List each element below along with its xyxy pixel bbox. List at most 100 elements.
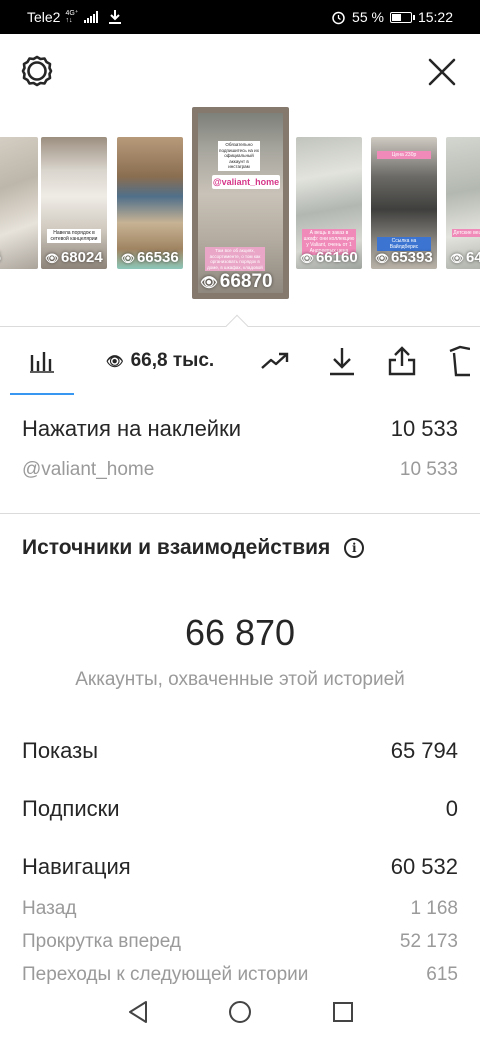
active-tab-indicator (10, 393, 74, 395)
metric-value: 1 168 (410, 898, 458, 919)
metric-value: 615 (426, 964, 458, 985)
story-photo (0, 137, 38, 269)
tab-insights[interactable] (10, 327, 74, 395)
metric-row: Подписки 0 (22, 796, 458, 822)
carrier-name: Tele2 (27, 9, 61, 25)
alarm-icon (332, 11, 345, 24)
story-view-count: 👁 66536 (121, 249, 179, 266)
tab-promote[interactable] (255, 327, 295, 395)
story-carousel[interactable]: 725 Навела порядок в сетевой канцелярии … (0, 105, 480, 327)
metric-value: 60 532 (390, 854, 458, 879)
network-type: 4G⁺ ↑↓ (65, 10, 78, 24)
story-count-value: 66536 (136, 249, 179, 266)
metric-value: 52 173 (399, 931, 458, 952)
story-count-value: 66870 (219, 271, 273, 292)
sticker-taps-label: Нажатия на наклейки (22, 416, 242, 441)
signal-icon (83, 11, 98, 23)
story-thumbnail[interactable]: А вещь в заказ в шкаф: они коллекцию у V… (296, 137, 362, 269)
story-caption: Детские вещи в обора (452, 229, 480, 237)
story-thumbnail-selected[interactable]: Обязательно подпишитесь на их официальны… (192, 107, 289, 299)
eye-icon: 👁 (200, 274, 218, 290)
trash-icon (449, 345, 470, 377)
share-button[interactable] (382, 327, 422, 395)
sticker-taps-value: 10 533 (390, 416, 458, 441)
status-right: 55 % 15:22 (331, 9, 453, 25)
metric-row: Навигация 60 532 (22, 854, 458, 880)
network-activity: ↑↓ (65, 17, 73, 24)
download-notification-icon (108, 10, 121, 24)
metric-label: Показы (22, 738, 99, 763)
eye-icon: 👁 (105, 352, 124, 369)
story-count-value: 64 (465, 249, 480, 266)
metric-label: Переходы к следующей истории (22, 964, 309, 985)
mention-sticker: @valiant_home (212, 175, 280, 189)
close-icon[interactable] (423, 53, 461, 91)
battery-icon (389, 11, 415, 23)
download-icon (330, 348, 354, 376)
story-view-count: 👁 65393 (375, 249, 433, 266)
section-divider (0, 513, 480, 514)
story-caption: Цена 230р (377, 151, 431, 159)
story-thumbnail[interactable]: 👁 66536 (117, 137, 183, 269)
views-count-label: 66,8 тыс. (130, 350, 215, 371)
bar-chart-icon (30, 352, 54, 373)
story-view-count: 👁 66870 (200, 271, 273, 293)
insights-tab-bar: 👁 66,8 тыс. (0, 326, 480, 396)
share-icon (388, 346, 416, 376)
section-title-text: Источники и взаимодействия (22, 536, 331, 559)
metric-label: Назад (22, 898, 77, 919)
back-icon[interactable] (126, 999, 152, 1025)
story-view-count: 725 (0, 249, 1, 266)
network-generation: 4G⁺ (65, 10, 79, 17)
metric-value: 65 794 (390, 738, 458, 763)
eye-icon: 👁 (121, 253, 135, 265)
metric-label: Навигация (22, 854, 131, 879)
tab-viewers[interactable]: 👁 66,8 тыс. (90, 327, 230, 395)
story-thumbnail[interactable]: Цена 230р Ссылка на Вайлдберис 👁 65393 (371, 137, 437, 269)
story-thumbnail[interactable]: 725 (0, 137, 38, 269)
story-photo: Обязательно подпишитесь на их официальны… (198, 113, 283, 293)
gear-icon[interactable] (20, 54, 54, 88)
metric-value: 0 (445, 796, 458, 821)
delete-button[interactable] (448, 327, 480, 395)
metric-label: Подписки (22, 796, 120, 821)
story-thumbnail[interactable]: Навела порядок в сетевой канцелярии 👁 680… (41, 137, 107, 269)
story-caption: Там все об акциях, ассортименте, о том к… (205, 247, 265, 271)
story-count-value: 66160 (315, 249, 358, 266)
sticker-mention-value: 10 533 (399, 459, 458, 480)
system-navigation-bar (0, 985, 480, 1040)
story-thumbnail[interactable]: Детские вещи в обора 👁64 (446, 137, 480, 269)
metric-row: Показы 65 794 (22, 738, 458, 764)
download-button[interactable] (322, 327, 362, 395)
metric-label: Прокрутка вперед (22, 931, 181, 952)
story-count-value: 68024 (60, 249, 103, 266)
clock: 15:22 (417, 9, 453, 25)
reach-value: 66 870 (184, 612, 296, 653)
story-view-count: 👁 68024 (45, 249, 103, 266)
trending-up-icon (261, 352, 289, 369)
navigation-subrow: Прокрутка вперед 52 173 (22, 931, 458, 953)
battery-percent: 55 % (352, 9, 384, 25)
story-caption: Обязательно подпишитесь на их официальны… (218, 141, 260, 171)
status-bar: Tele2 4G⁺ ↑↓ 55 % 15:22 (0, 0, 480, 34)
section-title: Источники и взаимодействия i (22, 536, 365, 560)
status-left: Tele2 4G⁺ ↑↓ (27, 9, 122, 25)
info-icon[interactable]: i (344, 538, 365, 558)
sticker-mention-row[interactable]: @valiant_home 10 533 (22, 459, 458, 481)
home-icon[interactable] (227, 999, 253, 1025)
story-count-value: 65393 (390, 249, 433, 266)
sticker-taps-row: Нажатия на наклейки 10 533 (22, 416, 458, 442)
navigation-subrow: Назад 1 168 (22, 898, 458, 920)
eye-icon: 👁 (300, 253, 314, 265)
recents-icon[interactable] (330, 999, 356, 1025)
navigation-subrow: Переходы к следующей истории 615 (22, 964, 458, 986)
reach-caption: Аккаунты, охваченные этой историей (75, 669, 405, 690)
eye-icon: 👁 (45, 253, 59, 265)
sticker-mention-label: @valiant_home (22, 459, 155, 480)
story-caption: Навела порядок в сетевой канцелярии (47, 229, 101, 243)
story-count-value: 725 (0, 249, 1, 266)
eye-icon: 👁 (450, 253, 464, 265)
story-view-count: 👁 64 (450, 249, 480, 266)
story-view-count: 👁 66160 (300, 249, 358, 266)
eye-icon: 👁 (375, 253, 389, 265)
